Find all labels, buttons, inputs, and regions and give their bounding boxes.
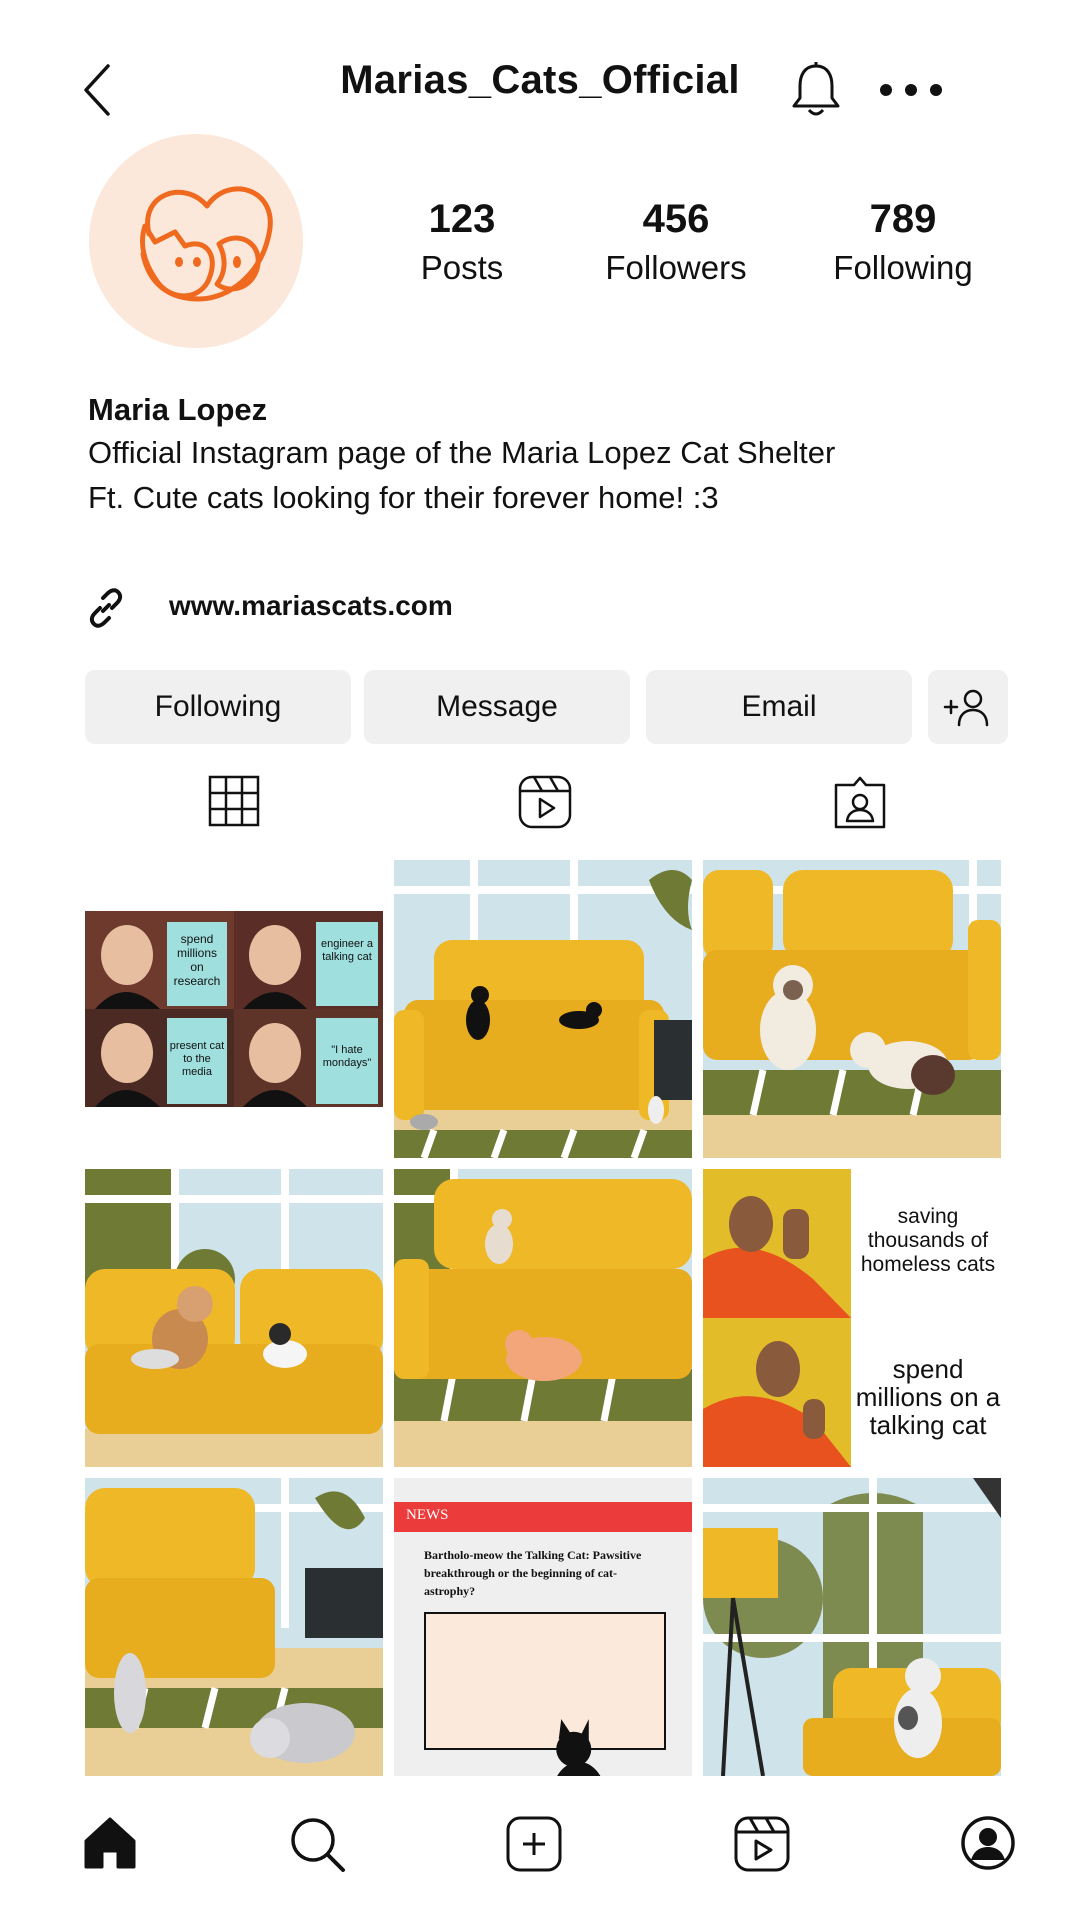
bio-line-2: Ft. Cute cats looking for their forever … [88, 480, 719, 515]
bio-line-1: Official Instagram page of the Maria Lop… [88, 435, 836, 470]
more-icon[interactable] [878, 70, 944, 110]
sofa-scene-image [85, 1478, 383, 1776]
nav-profile[interactable] [960, 1815, 1020, 1875]
reels-icon [518, 775, 572, 829]
reels-icon [734, 1816, 790, 1872]
sofa-scene-image [703, 1478, 1001, 1776]
post-sofa-siamese[interactable] [703, 860, 1001, 1158]
news-photo [424, 1612, 666, 1776]
tab-grid[interactable] [208, 775, 260, 832]
followers-count: 456 [642, 197, 710, 241]
posts-count: 123 [428, 197, 496, 241]
post-sofa-stretch[interactable] [85, 1478, 383, 1776]
profile-name: Maria Lopez [88, 392, 268, 427]
following-button[interactable]: Following [85, 670, 351, 744]
nav-home[interactable] [82, 1815, 142, 1875]
tab-reels[interactable] [518, 775, 572, 834]
avatar[interactable] [89, 134, 303, 348]
sofa-scene-image [394, 1169, 692, 1467]
bell-icon[interactable] [788, 60, 844, 120]
stat-followers[interactable]: 456 Followers [576, 196, 776, 290]
website-link[interactable]: www.mariascats.com [169, 590, 453, 622]
create-icon [506, 1816, 562, 1872]
nav-search[interactable] [288, 1815, 348, 1875]
posts-label: Posts [420, 249, 504, 286]
news-headline: Bartholo-meow the Talking Cat: Pawsitive… [424, 1548, 642, 1598]
meme-text-4: "I hate mondays" [322, 1044, 372, 1069]
meme-gru-image [85, 911, 383, 1107]
stat-posts[interactable]: 123 Posts [362, 196, 562, 290]
add-user-button[interactable] [928, 670, 1008, 744]
stat-following[interactable]: 789 Following [803, 196, 1003, 290]
home-icon [84, 1817, 136, 1869]
post-sofa-ginger[interactable] [394, 1169, 692, 1467]
add-user-icon [943, 689, 989, 727]
meme-text-1: spend millions on research [173, 932, 221, 988]
link-icon [89, 588, 123, 628]
meme-drake-top-text: saving thousands of homeless cats [860, 1205, 996, 1276]
meme-text-2: engineer a talking cat [321, 938, 373, 963]
tab-tagged[interactable] [834, 775, 886, 834]
search-icon [291, 1818, 345, 1872]
following-count: 789 [869, 197, 937, 241]
nav-create[interactable] [505, 1815, 565, 1875]
post-news[interactable]: NEWS Bartholo-meow the Talking Cat: Paws… [394, 1478, 692, 1776]
post-sofa-black-cats[interactable] [394, 860, 692, 1158]
cat-logo-icon [140, 186, 273, 302]
profile-icon [961, 1816, 1015, 1870]
post-sofa-fluffy[interactable] [85, 1169, 383, 1467]
tagged-icon [834, 776, 886, 829]
sofa-scene-image [85, 1169, 383, 1467]
nav-reels[interactable] [733, 1815, 793, 1875]
followers-label: Followers [605, 249, 747, 286]
sofa-scene-image [394, 860, 692, 1158]
message-button[interactable]: Message [364, 670, 630, 744]
cat-silhouette-icon [556, 1719, 601, 1776]
grid-icon [208, 775, 260, 827]
post-meme-gru[interactable]: spend millions on research engineer a ta… [85, 860, 383, 1158]
news-tag: NEWS [406, 1507, 449, 1523]
sofa-scene-image [703, 860, 1001, 1158]
post-window-cat[interactable] [703, 1478, 1001, 1776]
meme-drake-bottom-text: spend millions on a talking cat [855, 1354, 1001, 1440]
email-button[interactable]: Email [646, 670, 912, 744]
post-meme-drake[interactable]: saving thousands of homeless cats spend … [703, 1169, 1001, 1467]
meme-text-3: present cat to the media [169, 1040, 225, 1078]
following-label: Following [833, 249, 973, 286]
